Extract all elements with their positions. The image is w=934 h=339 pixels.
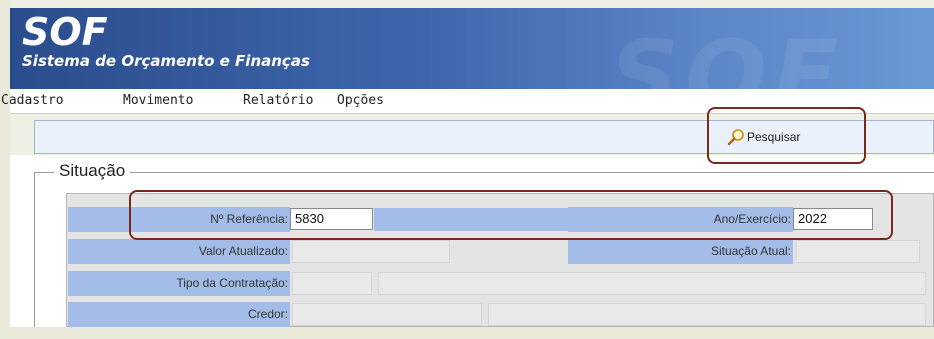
credor-code-field bbox=[292, 303, 482, 326]
credor-label: Credor: bbox=[68, 302, 290, 327]
menu-item-movimento[interactable]: Movimento bbox=[123, 93, 193, 108]
credor-name-field bbox=[488, 303, 926, 326]
app-window: SOF SOF Sistema de Orçamento e Finanças … bbox=[0, 0, 934, 339]
valor-field bbox=[292, 240, 450, 263]
highlight-fields bbox=[129, 190, 893, 240]
bottom-border bbox=[0, 327, 934, 339]
tipo-label: Tipo da Contratação: bbox=[68, 271, 290, 296]
valor-label: Valor Atualizado: bbox=[68, 239, 290, 264]
menu-item-relatorio[interactable]: Relatório bbox=[243, 93, 313, 108]
tipo-code-field bbox=[292, 272, 372, 295]
situacao-label: Situação Atual: bbox=[568, 239, 793, 264]
situacao-field bbox=[796, 240, 920, 263]
menu-item-opcoes[interactable]: Opções bbox=[337, 93, 384, 108]
section-legend: Situação bbox=[54, 161, 131, 181]
left-border bbox=[0, 0, 10, 339]
menu-item-cadastro[interactable]: Cadastro bbox=[1, 93, 64, 108]
app-logo: SOF bbox=[22, 10, 108, 54]
highlight-search bbox=[707, 107, 866, 164]
app-subtitle: Sistema de Orçamento e Finanças bbox=[22, 52, 310, 70]
tipo-desc-field bbox=[378, 272, 926, 295]
app-header: SOF SOF Sistema de Orçamento e Finanças bbox=[10, 8, 934, 89]
header-watermark: SOF bbox=[610, 20, 845, 89]
